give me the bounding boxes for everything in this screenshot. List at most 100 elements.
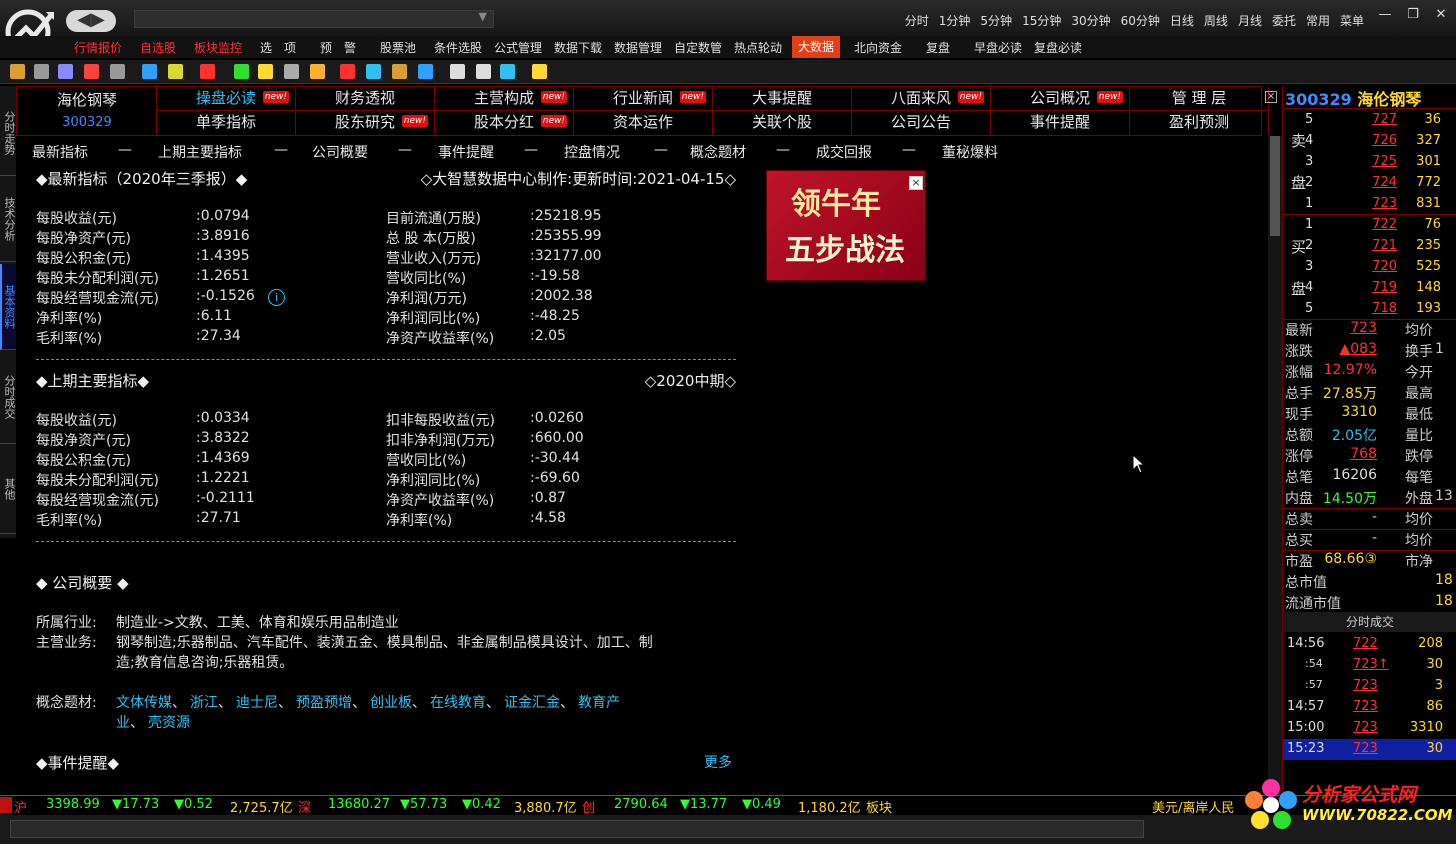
concept-link[interactable]: 证金汇金 [504, 695, 560, 711]
function-grid-close-icon[interactable]: × [1265, 91, 1277, 103]
toolbar-tool-icon[interactable] [500, 64, 515, 79]
toolbar-tool-icon[interactable] [10, 64, 25, 79]
function-tab[interactable]: 财务透视 [296, 87, 435, 111]
menu-item[interactable]: 早盘必读 [974, 39, 1022, 56]
promo-close-icon[interactable]: × [909, 176, 923, 190]
period-tab[interactable]: 日线 [1170, 12, 1194, 29]
function-tab[interactable]: 公司概况 new! [991, 87, 1130, 111]
period-tab[interactable]: 委托 [1272, 12, 1296, 29]
function-tab[interactable]: 股本分红 new! [435, 111, 574, 135]
toolbar-tool-icon[interactable] [34, 64, 49, 79]
ask-level[interactable]: 2 724 772 [1283, 173, 1456, 194]
minimize-icon[interactable]: — [1376, 6, 1394, 24]
concept-link[interactable]: 浙江 [190, 695, 218, 711]
concept-link[interactable]: 迪士尼 [236, 695, 278, 711]
menu-item[interactable]: 北向资金 [854, 39, 902, 56]
promo-banner[interactable]: 领牛年 五步战法 × [766, 170, 926, 281]
period-tab[interactable]: 分时 [905, 12, 929, 29]
tick-row[interactable]: 14:56 722 208 [1283, 634, 1456, 655]
left-tab[interactable]: 基本资料 [0, 264, 16, 350]
subtab[interactable]: 成交回报 [816, 142, 872, 162]
menu-item[interactable]: 自定数管 [674, 39, 722, 56]
ask-level[interactable]: 3 725 301 [1283, 152, 1456, 173]
scrollbar-thumb[interactable] [1270, 136, 1280, 236]
menu-item[interactable]: 行情报价 [74, 39, 122, 56]
toolbar-tool-icon[interactable] [110, 64, 125, 79]
menu-item[interactable]: 复盘必读 [1034, 39, 1082, 56]
address-dropdown[interactable]: ▼ [134, 10, 494, 28]
toolbar-tool-icon[interactable] [532, 64, 547, 79]
ask-level[interactable]: 1 723 831 [1283, 194, 1456, 215]
subtab[interactable]: 董秘爆料 [942, 142, 998, 162]
function-tab[interactable]: 八面来风 new! [852, 87, 991, 111]
close-icon[interactable]: ✕ [1432, 6, 1450, 24]
more-events-link[interactable]: 更多 [704, 752, 732, 772]
menu-item[interactable]: 数据下载 [554, 39, 602, 56]
subtab[interactable]: 上期主要指标 [158, 142, 242, 162]
maximize-icon[interactable]: ❐ [1404, 6, 1422, 24]
ask-level[interactable]: 5 727 36 [1283, 110, 1456, 131]
toolbar-tool-icon[interactable] [476, 64, 491, 79]
function-tab[interactable]: 操盘必读 new! [157, 87, 296, 111]
bid-level[interactable]: 3 720 525 [1283, 257, 1456, 278]
function-tab[interactable]: 盈利预测 [1130, 111, 1269, 135]
concept-link[interactable]: 教育产 [578, 695, 620, 711]
toolbar-tool-icon[interactable] [310, 64, 325, 79]
menu-item[interactable]: 股票池 [380, 39, 416, 56]
period-tab[interactable]: 常用 [1306, 12, 1330, 29]
tick-row[interactable]: 15:00 723 3310 [1283, 718, 1456, 739]
nav-back-forward-button[interactable]: ◀▶ [66, 10, 116, 32]
concept-link[interactable]: 文体传媒 [116, 695, 172, 711]
function-tab[interactable]: 主营构成 new! [435, 87, 574, 111]
toolbar-tool-icon[interactable] [168, 64, 183, 79]
tick-row[interactable]: 15:23 723 30 [1283, 739, 1456, 760]
tick-row[interactable]: 14:57 723 86 [1283, 697, 1456, 718]
period-tab[interactable]: 周线 [1204, 12, 1228, 29]
concept-link[interactable]: 在线教育 [430, 695, 486, 711]
function-tab[interactable]: 事件提醒 [991, 111, 1130, 135]
period-tab[interactable]: 菜单 [1340, 12, 1364, 29]
menu-item[interactable]: 条件选股 [434, 39, 482, 56]
menu-item[interactable]: 预 警 [320, 39, 356, 56]
menu-item[interactable]: 大数据 [792, 36, 841, 58]
toolbar-tool-icon[interactable] [450, 64, 465, 79]
left-tab[interactable]: 分时成交 [0, 350, 16, 444]
period-tab[interactable]: 15分钟 [1022, 12, 1061, 29]
left-tab[interactable]: 技术分析 [0, 176, 16, 262]
menu-item[interactable]: 复盘 [926, 39, 950, 56]
content-scrollbar[interactable] [1268, 136, 1282, 796]
function-tab[interactable]: 资本运作 [574, 111, 713, 135]
toolbar-tool-icon[interactable] [200, 64, 215, 79]
function-tab[interactable]: 行业新闻 new! [574, 87, 713, 111]
menu-item[interactable]: 数据管理 [614, 39, 662, 56]
concept-link[interactable]: 业 [116, 715, 130, 731]
bid-level[interactable]: 4 719 148 [1283, 278, 1456, 299]
subtab[interactable]: 概念题材 [690, 142, 746, 162]
ask-level[interactable]: 4 726 327 [1283, 131, 1456, 152]
subtab[interactable]: 事件提醒 [438, 142, 494, 162]
function-tab[interactable]: 大事提醒 [713, 87, 852, 111]
bid-level[interactable]: 1 722 76 [1283, 215, 1456, 236]
period-tab[interactable]: 30分钟 [1071, 12, 1110, 29]
period-tab[interactable]: 60分钟 [1121, 12, 1160, 29]
toolbar-tool-icon[interactable] [142, 64, 157, 79]
menu-item[interactable]: 板块监控 [194, 39, 242, 56]
subtab[interactable]: 公司概要 [312, 142, 368, 162]
left-tab[interactable]: 其他 [0, 444, 16, 534]
bid-level[interactable]: 5 718 193 [1283, 299, 1456, 320]
command-input[interactable] [10, 820, 1144, 838]
function-tab[interactable]: 管 理 层 [1130, 87, 1269, 111]
menu-item[interactable]: 热点轮动 [734, 39, 782, 56]
function-tab[interactable]: 关联个股 [713, 111, 852, 135]
left-tab[interactable]: 分时走势 [0, 90, 16, 176]
toolbar-tool-icon[interactable] [258, 64, 273, 79]
concept-link[interactable]: 预盈预增 [296, 695, 352, 711]
menu-item[interactable]: 自选股 [140, 39, 176, 56]
menu-item[interactable]: 公式管理 [494, 39, 542, 56]
function-tab[interactable]: 单季指标 [157, 111, 296, 135]
toolbar-tool-icon[interactable] [392, 64, 407, 79]
toolbar-tool-icon[interactable] [284, 64, 299, 79]
period-tab[interactable]: 5分钟 [980, 12, 1012, 29]
toolbar-tool-icon[interactable] [340, 64, 355, 79]
toolbar-tool-icon[interactable] [234, 64, 249, 79]
